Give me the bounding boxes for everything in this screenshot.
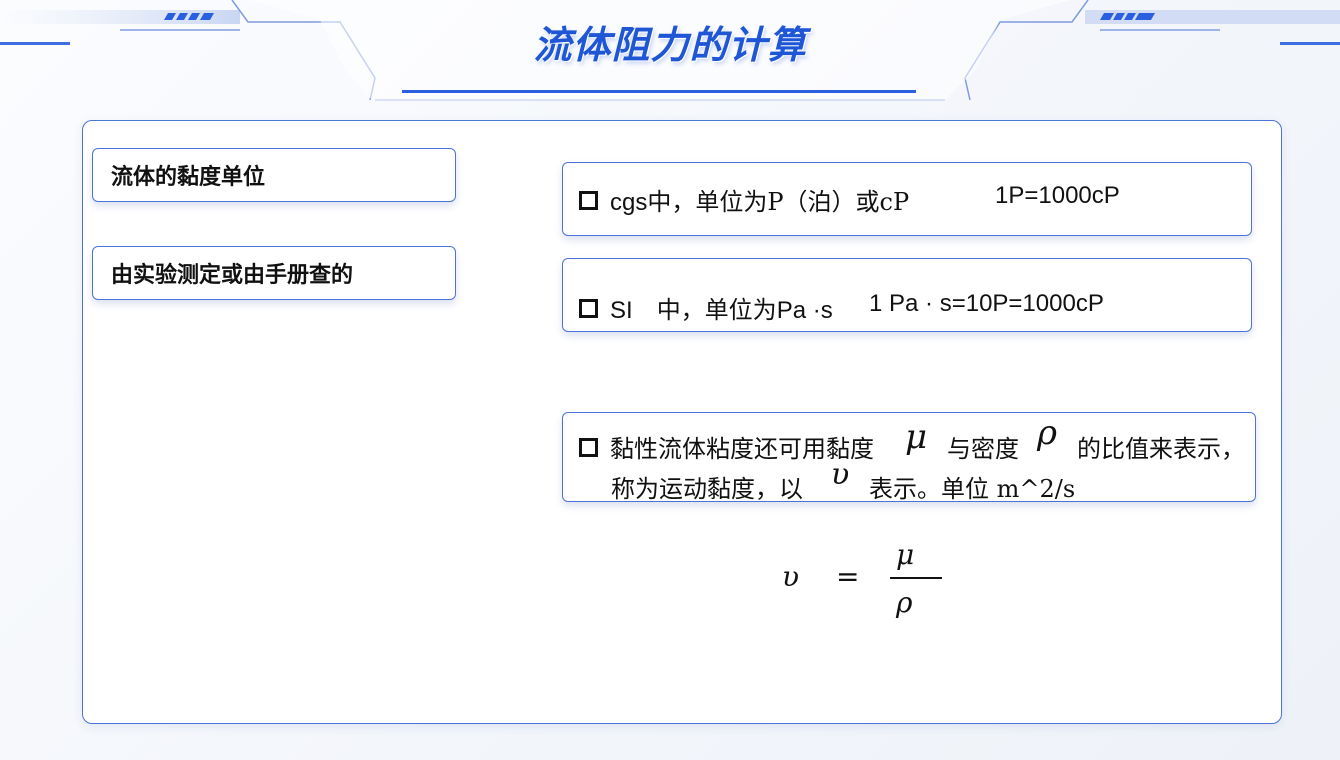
cgs-unit: P（泊）或cP: [767, 188, 910, 216]
si-unit-box: SI 中，单位为Pa ·s 1 Pa · s=10P=1000cP: [562, 258, 1252, 332]
kinematic-viscosity-box: 黏性流体粘度还可用黏度 μ 与密度 ρ 的比值来表示， 称为运动黏度，以 υ 表…: [562, 412, 1256, 503]
cgs-prefix: cgs: [610, 189, 648, 216]
si-text: 中，单位为: [656, 296, 777, 324]
si-unit: Pa ·s: [776, 297, 833, 324]
cgs-unit-box: cgs中，单位为P（泊）或cP 1P=1000cP: [562, 162, 1252, 236]
cgs-text: 中，单位为: [647, 188, 768, 216]
si-relation: 1 Pa · s=10P=1000cP: [869, 290, 1104, 317]
formula-numerator: μ: [896, 538, 915, 571]
fraction-bar: [890, 577, 942, 579]
si-prefix: SI: [610, 297, 633, 324]
rho-symbol: ρ: [1037, 413, 1057, 453]
cgs-relation: 1P=1000cP: [995, 182, 1120, 209]
formula-equals: =: [836, 560, 860, 593]
mu-symbol: μ: [905, 417, 928, 457]
source-label: 由实验测定或由手册查的: [92, 246, 456, 300]
kinematic-text-5: 表示。单位 m^2/s: [869, 475, 1076, 503]
nu-symbol: υ: [831, 457, 850, 492]
kinematic-text-2: 与密度: [947, 435, 1019, 463]
source-text: 由实验测定或由手册查的: [111, 262, 354, 288]
kinematic-text-3: 的比值来表示，: [1077, 435, 1245, 463]
checkbox-icon: [579, 191, 598, 211]
checkbox-icon: [579, 299, 598, 319]
page-title: 流体阻力的计算: [533, 23, 807, 67]
viscosity-unit-label: 流体的黏度单位: [92, 148, 456, 202]
kinematic-text-4: 称为运动黏度，以: [611, 475, 803, 503]
formula-lhs: υ: [782, 560, 800, 593]
viscosity-unit-text: 流体的黏度单位: [111, 164, 266, 190]
formula-denominator: ρ: [896, 586, 913, 619]
checkbox-icon: [579, 438, 598, 458]
